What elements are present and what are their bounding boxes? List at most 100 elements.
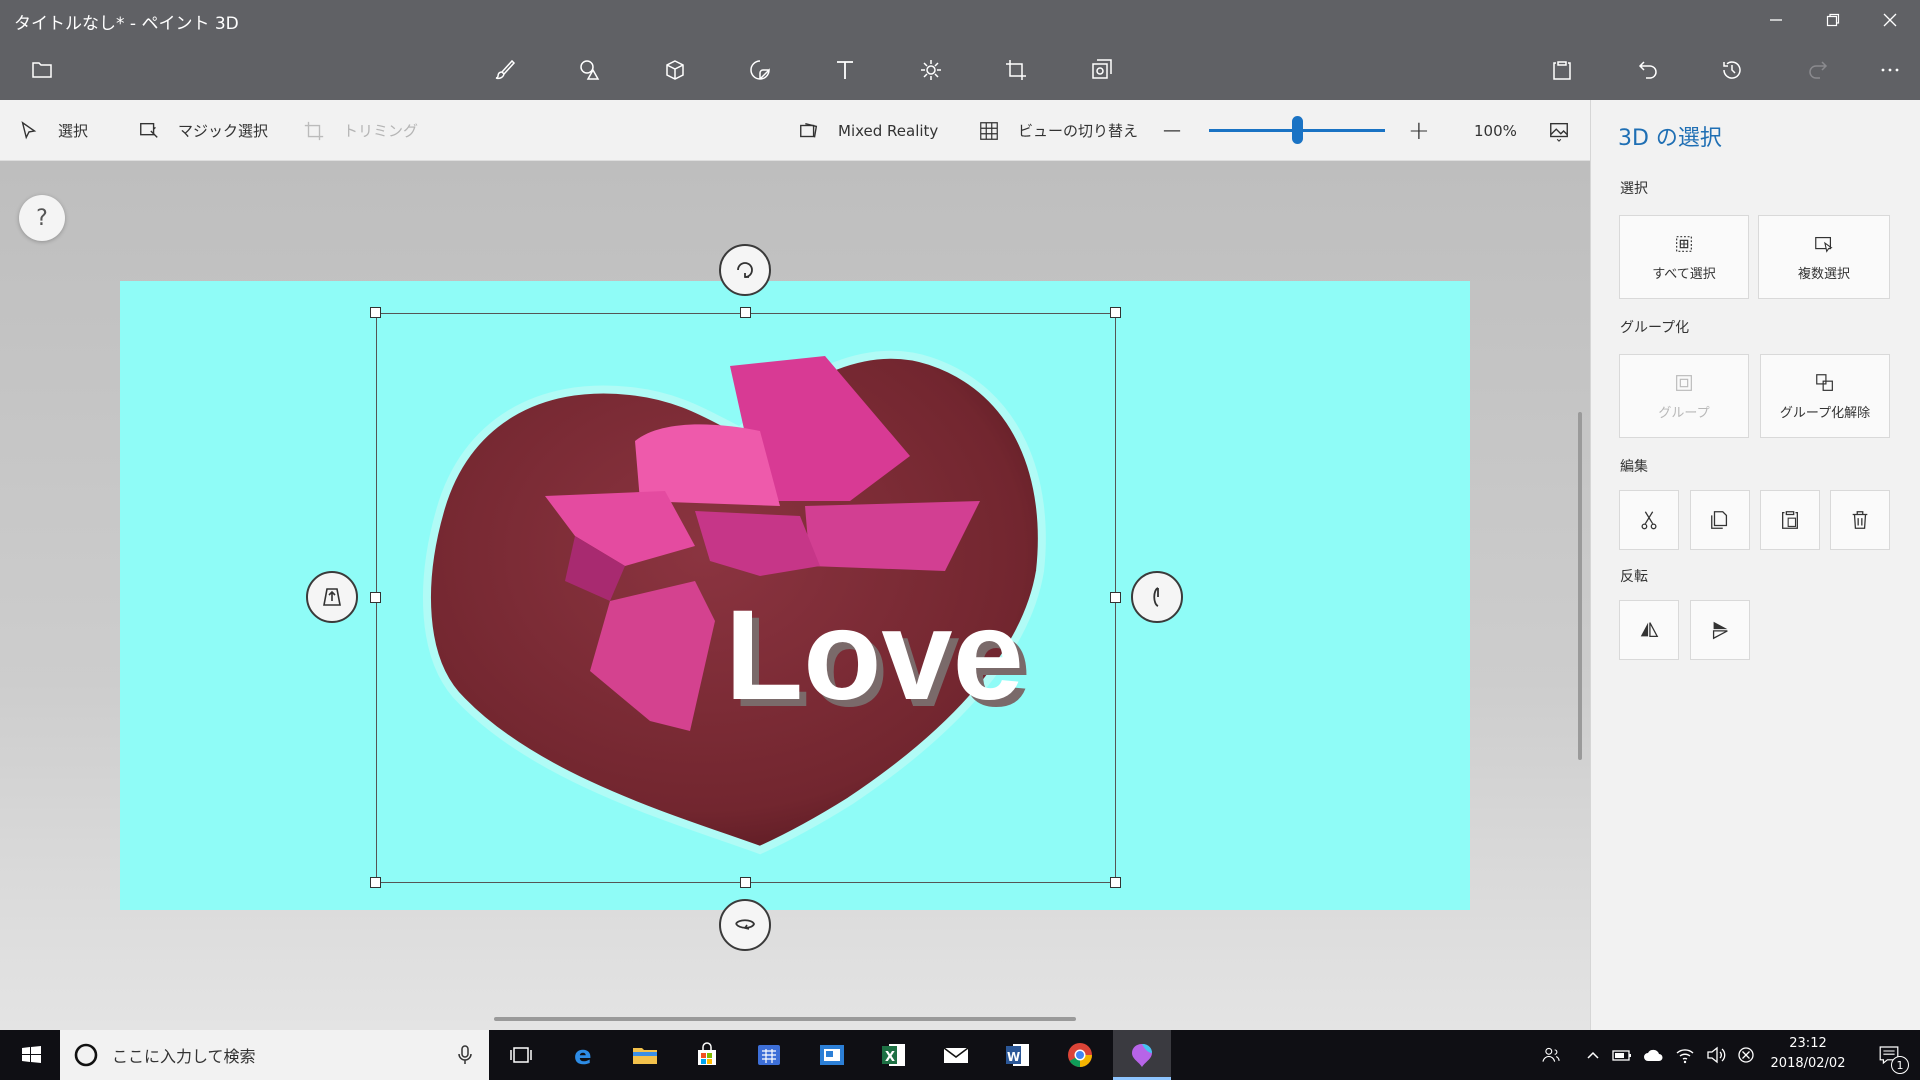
multi-select-label: 複数選択	[1797, 266, 1850, 282]
start-button[interactable]	[2, 1030, 60, 1080]
edge-app[interactable]: e	[554, 1030, 612, 1080]
cortana-icon	[74, 1043, 98, 1067]
select-all-button[interactable]: すべて選択	[1619, 215, 1749, 299]
flip-vertical-button[interactable]	[1690, 600, 1750, 660]
restore-button[interactable]	[1805, 0, 1861, 40]
flip-vertical-icon	[1712, 621, 1728, 640]
calendar-app[interactable]	[740, 1030, 798, 1080]
explorer-app[interactable]	[616, 1030, 674, 1080]
redo-icon	[1809, 61, 1828, 79]
history-button[interactable]	[1710, 48, 1754, 92]
zoom-in-button[interactable]: +	[1408, 100, 1430, 161]
canvas-icon	[1006, 60, 1026, 80]
delete-button[interactable]	[1830, 490, 1890, 550]
stickers-button[interactable]	[738, 48, 782, 92]
text-icon	[837, 61, 853, 79]
system-tray	[1585, 1030, 1755, 1080]
paint3d-app[interactable]	[1113, 1030, 1171, 1080]
windows-logo-icon	[22, 1046, 41, 1063]
zoom-out-button[interactable]: —	[1163, 100, 1181, 161]
cursor-icon	[21, 120, 37, 139]
flip-horizontal-button[interactable]	[1619, 600, 1679, 660]
depth-icon	[323, 588, 341, 606]
resize-handle-top-left[interactable]	[370, 307, 381, 318]
minimize-button[interactable]	[1748, 0, 1804, 40]
copy-icon	[1711, 511, 1728, 529]
paste-panel-button[interactable]	[1760, 490, 1820, 550]
vertical-scrollbar[interactable]	[1578, 412, 1582, 760]
multi-select-icon	[1815, 236, 1833, 253]
ungroup-icon	[1816, 373, 1833, 391]
crop-button[interactable]: トリミング	[303, 100, 418, 161]
resize-handle-top-right[interactable]	[1110, 307, 1121, 318]
shapes-3d-button[interactable]	[653, 48, 697, 92]
resize-handle-left[interactable]	[370, 592, 381, 603]
mail-app[interactable]	[927, 1030, 985, 1080]
microphone-icon[interactable]	[455, 1044, 475, 1066]
rotate-y-handle[interactable]	[1131, 571, 1183, 623]
zoom-level: 100%	[1474, 121, 1517, 140]
rotate-x-handle[interactable]	[719, 899, 771, 951]
mixed-reality-button[interactable]: Mixed Reality	[798, 100, 938, 161]
store-app[interactable]	[678, 1030, 736, 1080]
resize-handle-top[interactable]	[740, 307, 751, 318]
task-view-button[interactable]	[492, 1030, 550, 1080]
shapes-2d-icon	[580, 60, 600, 80]
view-switch-button[interactable]: ビューの切り替え	[978, 100, 1138, 161]
more-button[interactable]	[1868, 48, 1912, 92]
brush-tool-button[interactable]	[483, 48, 527, 92]
clock[interactable]: 23:12 2018/02/02	[1758, 1034, 1858, 1074]
select-all-icon	[1676, 235, 1692, 252]
menu-button[interactable]	[20, 48, 64, 92]
help-button[interactable]: ?	[19, 195, 65, 241]
multi-select-button[interactable]: 複数選択	[1758, 215, 1890, 299]
chrome-app[interactable]	[1051, 1030, 1109, 1080]
crop-label: トリミング	[343, 122, 419, 140]
people-icon	[1542, 1047, 1560, 1062]
taskbar-search-box[interactable]: ここに入力して検索	[60, 1030, 489, 1080]
action-center-button[interactable]: 1	[1864, 1030, 1914, 1080]
close-button[interactable]	[1862, 0, 1918, 40]
selection-box[interactable]	[376, 313, 1116, 883]
redo-button[interactable]	[1796, 48, 1840, 92]
shapes-2d-button[interactable]	[568, 48, 612, 92]
rotate-z-handle[interactable]	[719, 244, 771, 296]
rotate-horizontal-icon	[735, 919, 755, 930]
ime-mode-icon[interactable]	[1737, 1046, 1755, 1064]
people-button[interactable]	[1526, 1030, 1576, 1080]
volume-icon[interactable]	[1706, 1046, 1726, 1064]
word-app[interactable]: W	[989, 1030, 1047, 1080]
excel-app[interactable]: X	[865, 1030, 923, 1080]
effects-button[interactable]	[909, 48, 953, 92]
canvas-button[interactable]	[994, 48, 1038, 92]
chevron-up-icon[interactable]	[1585, 1047, 1601, 1063]
minimize-icon	[1770, 19, 1782, 21]
depth-handle[interactable]	[306, 571, 358, 623]
paste-button[interactable]	[1540, 48, 1584, 92]
cut-button[interactable]	[1619, 490, 1679, 550]
task-view-icon	[510, 1047, 532, 1063]
ungroup-button[interactable]: グループ化解除	[1760, 354, 1890, 438]
magic-select-button[interactable]: マジック選択	[138, 100, 268, 161]
text-tool-button[interactable]	[823, 48, 867, 92]
resize-handle-bottom-left[interactable]	[370, 877, 381, 888]
zoom-slider-thumb[interactable]	[1292, 116, 1303, 144]
wifi-icon[interactable]	[1675, 1046, 1695, 1064]
resize-handle-bottom[interactable]	[740, 877, 751, 888]
copy-button[interactable]	[1690, 490, 1750, 550]
remix3d-button[interactable]	[1079, 48, 1123, 92]
battery-icon[interactable]	[1612, 1047, 1632, 1063]
select-button[interactable]: 選択	[18, 100, 88, 161]
window-title: タイトルなし* - ペイント 3D	[14, 14, 239, 34]
group-section-label: グループ化	[1620, 320, 1690, 336]
onedrive-icon[interactable]	[1643, 1047, 1665, 1063]
undo-button[interactable]	[1626, 48, 1670, 92]
resize-handle-bottom-right[interactable]	[1110, 877, 1121, 888]
group-button[interactable]: グループ	[1619, 354, 1749, 438]
notification-badge: 1	[1891, 1056, 1909, 1074]
horizontal-scrollbar[interactable]	[494, 1017, 1076, 1021]
image-view-button[interactable]	[1548, 100, 1588, 161]
resize-handle-right[interactable]	[1110, 592, 1121, 603]
news-app[interactable]	[803, 1030, 861, 1080]
chrome-icon	[1068, 1043, 1092, 1068]
